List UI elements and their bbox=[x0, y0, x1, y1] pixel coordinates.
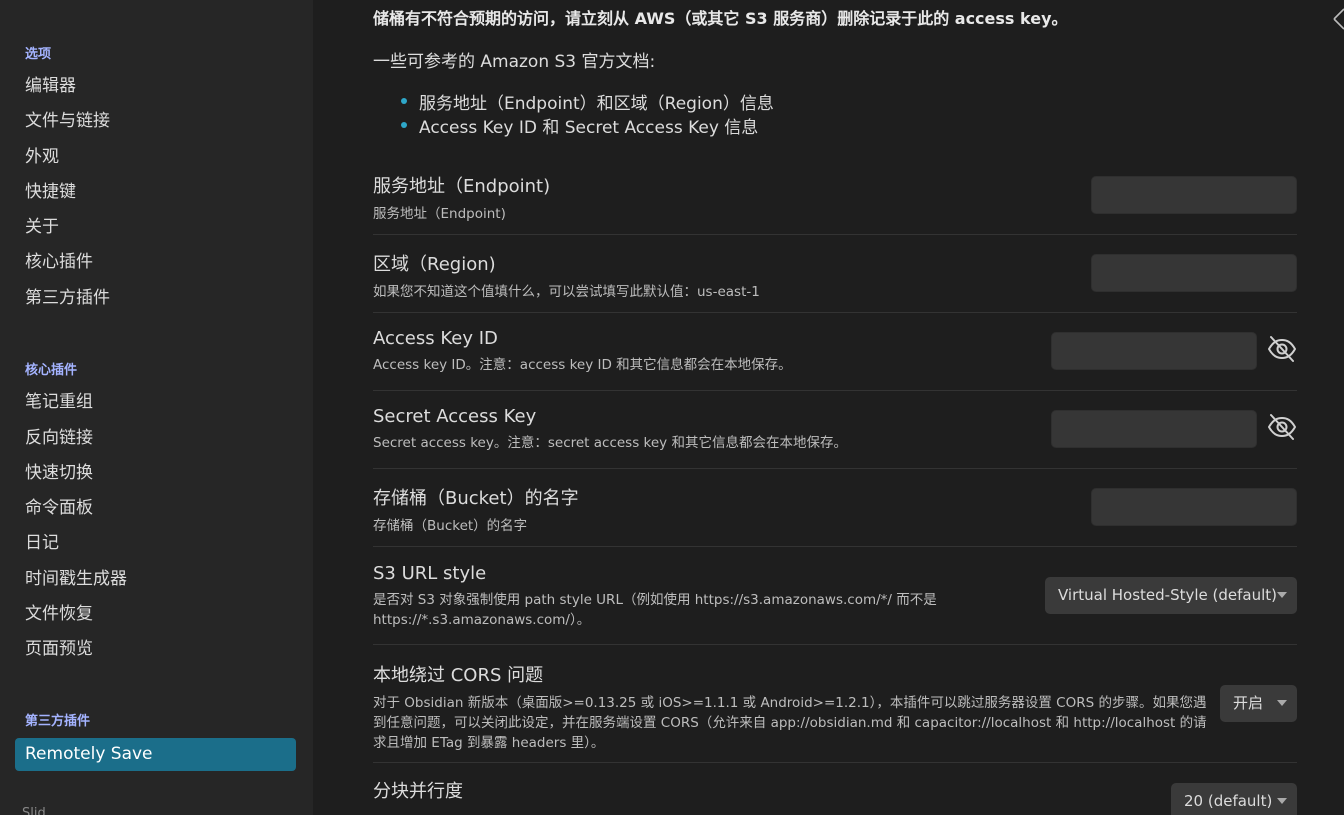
setting-url-style: S3 URL style 是否对 S3 对象强制使用 path style UR… bbox=[373, 563, 973, 630]
secret-access-key-input[interactable] bbox=[1051, 410, 1257, 448]
group-title-core-plugins: 核心插件 bbox=[25, 363, 78, 378]
eye-off-icon[interactable] bbox=[1266, 333, 1298, 365]
parallel-value: 20 (default) bbox=[1184, 792, 1273, 810]
eye-off-icon[interactable] bbox=[1266, 411, 1298, 443]
setting-name: S3 URL style bbox=[373, 563, 487, 584]
docs-intro: 一些可参考的 Amazon S3 官方文档: bbox=[373, 52, 656, 72]
sidebar-item-files-links[interactable]: 文件与链接 bbox=[25, 107, 110, 135]
divider bbox=[373, 390, 1297, 391]
url-style-value: Virtual Hosted-Style (default) bbox=[1058, 586, 1278, 604]
setting-name: 本地绕过 CORS 问题 bbox=[373, 665, 544, 686]
sidebar-item-command-palette[interactable]: 命令面板 bbox=[25, 494, 93, 522]
warning-text: 储桶有不符合预期的访问，请立刻从 AWS（或其它 S3 服务商）删除记录于此的 … bbox=[373, 9, 1068, 28]
divider bbox=[373, 312, 1297, 313]
sidebar-item-page-preview[interactable]: 页面预览 bbox=[25, 635, 93, 663]
cors-value: 开启 bbox=[1233, 694, 1264, 712]
sidebar-item-appearance[interactable]: 外观 bbox=[25, 143, 59, 171]
sidebar-item-about[interactable]: 关于 bbox=[25, 213, 59, 241]
doc-link-access-key[interactable]: Access Key ID 和 Secret Access Key 信息 bbox=[401, 113, 758, 138]
sidebar-item-file-recovery[interactable]: 文件恢复 bbox=[25, 600, 93, 628]
settings-sidebar: 选项 编辑器 文件与链接 外观 快捷键 关于 核心插件 第三方插件 核心插件 笔… bbox=[0, 0, 313, 815]
settings-content: 储桶有不符合预期的访问，请立刻从 AWS（或其它 S3 服务商）删除记录于此的 … bbox=[313, 0, 1344, 815]
divider bbox=[373, 234, 1297, 235]
sidebar-item-quick-switcher[interactable]: 快速切换 bbox=[25, 459, 93, 487]
doc-link-access-key-label: Access Key ID 和 Secret Access Key 信息 bbox=[419, 118, 759, 138]
setting-cors: 本地绕过 CORS 问题 对于 Obsidian 新版本（桌面版>=0.13.2… bbox=[373, 661, 1213, 753]
chevron-down-icon bbox=[1277, 798, 1287, 804]
chevron-down-icon bbox=[1277, 700, 1287, 706]
sidebar-item-note-composer[interactable]: 笔记重组 bbox=[25, 388, 93, 416]
divider bbox=[373, 762, 1297, 763]
divider bbox=[373, 468, 1297, 469]
parallel-select[interactable]: 20 (default) bbox=[1171, 783, 1297, 815]
access-key-id-input[interactable] bbox=[1051, 332, 1257, 370]
divider bbox=[373, 644, 1297, 645]
doc-link-endpoint-label: 服务地址（Endpoint）和区域（Region）信息 bbox=[419, 94, 774, 114]
sidebar-item-hotkeys[interactable]: 快捷键 bbox=[25, 178, 76, 206]
setting-desc: 对于 Obsidian 新版本（桌面版>=0.13.25 或 iOS>=1.1.… bbox=[373, 695, 1207, 751]
chevron-down-icon bbox=[1277, 592, 1287, 598]
group-title-options: 选项 bbox=[25, 47, 52, 62]
doc-link-endpoint[interactable]: 服务地址（Endpoint）和区域（Region）信息 bbox=[401, 89, 774, 114]
endpoint-input[interactable] bbox=[1091, 176, 1297, 214]
sidebar-item-editor[interactable]: 编辑器 bbox=[25, 72, 76, 100]
cors-select[interactable]: 开启 bbox=[1220, 685, 1297, 722]
region-input[interactable] bbox=[1091, 254, 1297, 292]
sidebar-item-cut[interactable]: Slid... bbox=[22, 806, 58, 815]
setting-name: 分块并行度 bbox=[373, 781, 463, 802]
setting-parallel: 分块并行度 bbox=[373, 777, 1297, 803]
sidebar-item-backlinks[interactable]: 反向链接 bbox=[25, 424, 93, 452]
url-style-select[interactable]: Virtual Hosted-Style (default) bbox=[1045, 577, 1297, 614]
group-title-third-party: 第三方插件 bbox=[25, 714, 91, 729]
close-icon[interactable] bbox=[1332, 6, 1344, 32]
sidebar-item-core-plugins[interactable]: 核心插件 bbox=[25, 248, 93, 276]
sidebar-item-daily-notes[interactable]: 日记 bbox=[25, 529, 59, 557]
bucket-input[interactable] bbox=[1091, 488, 1297, 526]
divider bbox=[373, 546, 1297, 547]
sidebar-item-community-plugins[interactable]: 第三方插件 bbox=[25, 284, 110, 312]
setting-desc: 是否对 S3 对象强制使用 path style URL（例如使用 https:… bbox=[373, 592, 937, 628]
sidebar-item-remotely-save[interactable]: Remotely Save bbox=[15, 738, 296, 771]
sidebar-item-timestamp[interactable]: 时间戳生成器 bbox=[25, 565, 127, 593]
